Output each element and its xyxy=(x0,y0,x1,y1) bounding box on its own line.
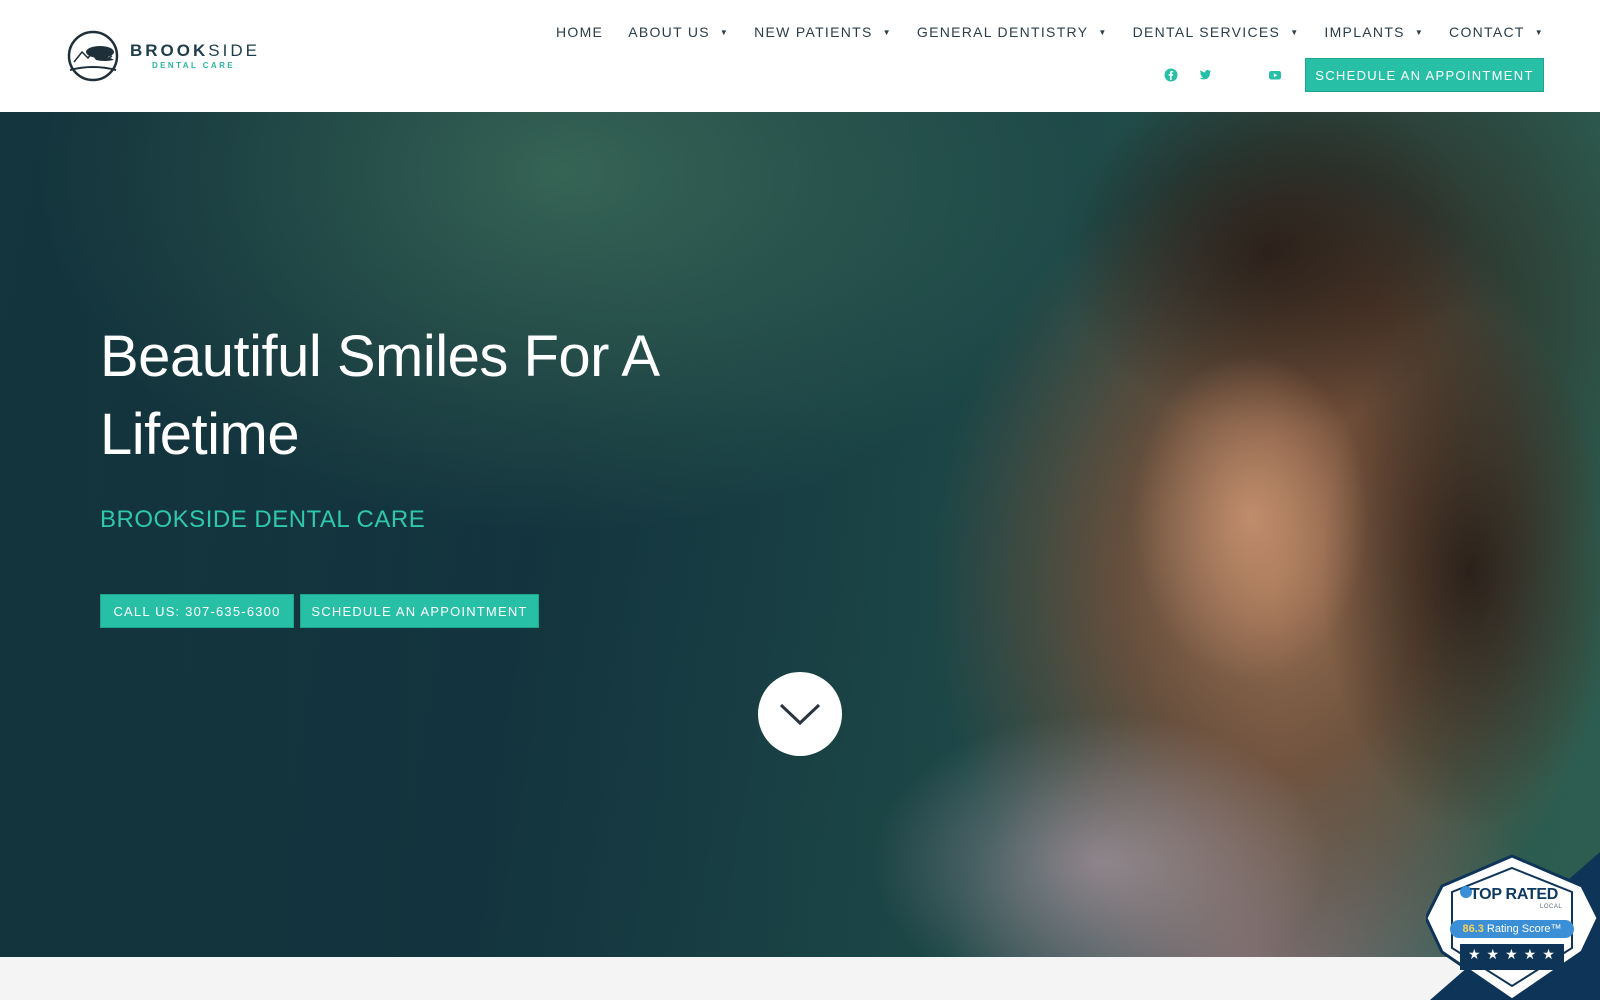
nav-item-home[interactable]: HOME xyxy=(556,24,603,40)
badge-score-label: Rating Score™ xyxy=(1486,923,1562,935)
youtube-icon[interactable] xyxy=(1266,66,1284,84)
badge-title: TOP RATED xyxy=(1470,886,1558,903)
hero-banner: Beautiful Smiles For A Lifetime BROOKSID… xyxy=(0,112,1600,957)
dropdown-caret-icon: ▼ xyxy=(1534,27,1544,37)
brand-tagline: DENTAL CARE xyxy=(152,61,235,70)
brand-name: BROOKSIDE xyxy=(130,41,260,60)
dropdown-caret-icon: ▼ xyxy=(1414,27,1425,37)
hero-title: Beautiful Smiles For A Lifetime xyxy=(100,324,657,467)
twitter-icon[interactable] xyxy=(1196,66,1214,84)
hero-subtitle: BROOKSIDE DENTAL CARE xyxy=(100,506,426,533)
dropdown-caret-icon: ▼ xyxy=(1290,27,1300,37)
chevron-down-icon xyxy=(779,703,821,726)
scroll-down-button[interactable] xyxy=(758,672,842,756)
nav-item-contact[interactable]: CONTACT ▼ xyxy=(1449,24,1544,40)
dropdown-caret-icon: ▼ xyxy=(1098,27,1108,37)
dropdown-caret-icon: ▼ xyxy=(882,27,892,37)
badge-stars: ★★★★★ xyxy=(1468,946,1561,962)
dropdown-caret-icon: ▼ xyxy=(719,27,730,37)
nav-item-general-dentistry[interactable]: GENERAL DENTISTRY ▼ xyxy=(917,24,1108,40)
hero-actions: CALL US: 307-635-6300 SCHEDULE AN APPOIN… xyxy=(100,594,539,628)
badge-small-label: LOCAL xyxy=(1540,904,1563,910)
hero-image-overlay xyxy=(0,112,1600,957)
facebook-icon[interactable] xyxy=(1162,66,1180,84)
hero-schedule-button[interactable]: SCHEDULE AN APPOINTMENT xyxy=(300,594,539,628)
brand-logo[interactable]: BROOKSIDE DENTAL CARE xyxy=(60,30,260,82)
call-us-button[interactable]: CALL US: 307-635-6300 xyxy=(100,594,294,628)
page-bottom-strip xyxy=(0,957,1600,1000)
header-schedule-button[interactable]: SCHEDULE AN APPOINTMENT xyxy=(1305,58,1544,92)
main-nav: HOME ABOUT US ▼ NEW PATIENTS ▼ GENERAL DEN… xyxy=(556,24,1544,40)
nav-item-implants[interactable]: IMPLANTS ▼ xyxy=(1324,24,1424,40)
social-links xyxy=(1162,66,1284,84)
nav-item-dental-services[interactable]: DENTAL SERVICES ▼ xyxy=(1133,24,1300,40)
header-actions: SCHEDULE AN APPOINTMENT xyxy=(1162,58,1544,92)
nav-item-about-us[interactable]: ABOUT US ▼ xyxy=(628,24,729,40)
badge-rating-pill: 86.3 Rating Score™ xyxy=(1450,920,1574,938)
logo-tree-icon xyxy=(67,30,119,82)
nav-item-new-patients[interactable]: NEW PATIENTS ▼ xyxy=(754,24,892,40)
site-header: BROOKSIDE DENTAL CARE HOME ABOUT US ▼ NEW… xyxy=(0,0,1600,112)
badge-score: 86.3 xyxy=(1462,923,1484,935)
